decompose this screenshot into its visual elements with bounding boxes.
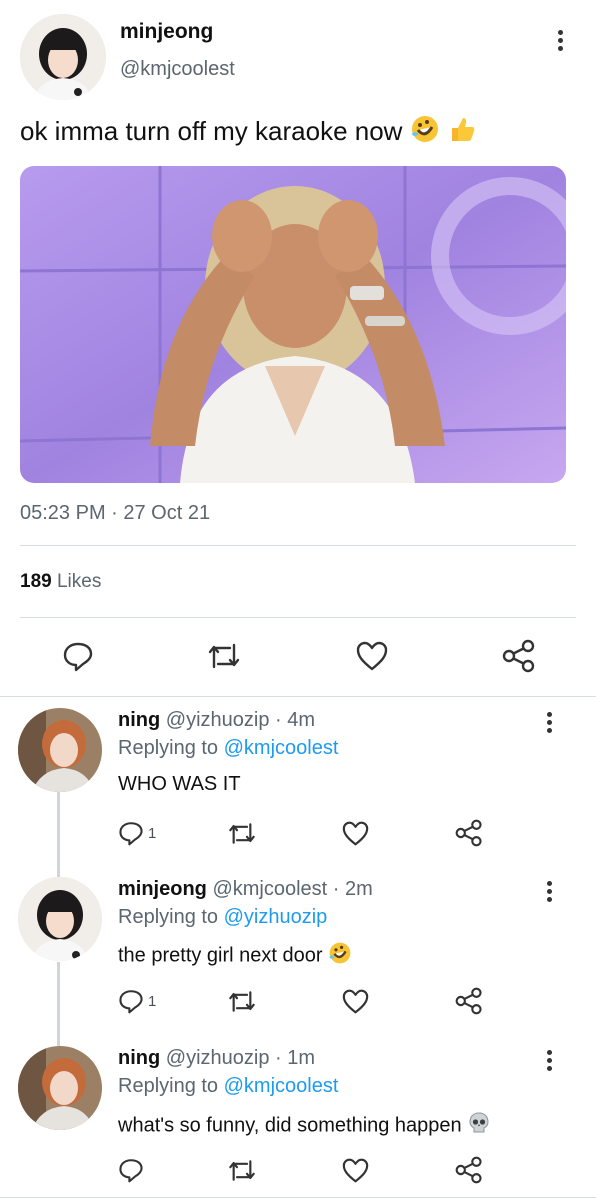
replying-to-label: Replying to (118, 906, 219, 928)
reply-time: · 2m (332, 878, 373, 900)
share-icon[interactable] (455, 1156, 483, 1184)
reply-text: the pretty girl next door (118, 944, 323, 967)
thread-line (57, 792, 60, 877)
thumbs-up-emoji-icon (447, 114, 477, 152)
share-icon[interactable] (502, 639, 536, 673)
like-heart-icon[interactable] (342, 821, 369, 846)
main-tweet-text: ok imma turn off my karaoke now (20, 116, 403, 146)
reply-author-avatar[interactable] (18, 708, 102, 792)
replying-to-label: Replying to (118, 737, 219, 759)
like-heart-icon[interactable] (342, 989, 369, 1014)
reply-author-avatar[interactable] (18, 877, 102, 961)
likes-stat[interactable]: 189 Likes (20, 571, 101, 593)
reply-icon[interactable] (118, 1157, 148, 1183)
reply-author-avatar[interactable] (18, 1046, 102, 1130)
rolling-laughing-emoji-icon (410, 114, 440, 152)
reply-text-row: what's so funny, did something happen (118, 1111, 491, 1141)
retweet-icon[interactable] (227, 821, 257, 846)
main-tweet-text-row: ok imma turn off my karaoke now (20, 114, 477, 152)
reply-icon[interactable]: 1 (118, 820, 156, 846)
reply-header: ning @yizhuozip · 4m (118, 709, 315, 732)
reply-header: ning @yizhuozip · 1m (118, 1047, 315, 1070)
reply-count: 1 (148, 992, 157, 1010)
retweet-icon[interactable] (227, 1158, 257, 1183)
reply-author-handle[interactable]: @yizhuozip (166, 709, 270, 731)
reply-text: what's so funny, did something happen (118, 1114, 462, 1137)
likes-label: Likes (56, 571, 102, 592)
thread-line (57, 962, 60, 1046)
replying-to-line: Replying to @kmjcoolest (118, 1075, 338, 1098)
replying-to-link[interactable]: @yizhuozip (224, 906, 328, 928)
main-author-handle[interactable]: @kmjcoolest (120, 58, 235, 81)
replying-to-link[interactable]: @kmjcoolest (224, 737, 339, 759)
main-author-name[interactable]: minjeong (120, 20, 213, 44)
divider (0, 1197, 596, 1198)
reply-time: · 4m (275, 709, 316, 731)
reply-author-name[interactable]: ning (118, 709, 160, 731)
more-options-icon[interactable] (547, 881, 553, 905)
reply-icon[interactable]: 1 (118, 988, 156, 1014)
reply-author-name[interactable]: ning (118, 1047, 160, 1069)
share-icon[interactable] (455, 987, 483, 1015)
reply-author-name[interactable]: minjeong (118, 878, 207, 900)
tweet-timestamp: 05:23 PM · 27 Oct 21 (20, 502, 211, 524)
replying-to-link[interactable]: @kmjcoolest (224, 1075, 339, 1097)
more-options-icon[interactable] (547, 1050, 553, 1074)
rolling-laughing-emoji-icon (328, 941, 352, 971)
divider (20, 617, 576, 618)
skull-emoji-icon (467, 1111, 491, 1141)
reply-text-row: the pretty girl next door (118, 941, 352, 971)
reply-text: WHO WAS IT (118, 773, 241, 795)
share-icon[interactable] (455, 819, 483, 847)
reply-time: · 1m (275, 1047, 316, 1069)
reply-author-handle[interactable]: @kmjcoolest (212, 878, 327, 900)
replying-to-line: Replying to @kmjcoolest (118, 737, 338, 760)
like-heart-icon[interactable] (356, 641, 388, 671)
main-author-avatar[interactable] (20, 14, 106, 100)
reply-icon[interactable] (62, 640, 94, 672)
divider (0, 696, 596, 697)
reply-author-handle[interactable]: @yizhuozip (166, 1047, 270, 1069)
retweet-icon[interactable] (206, 641, 242, 671)
like-heart-icon[interactable] (342, 1158, 369, 1183)
divider (20, 545, 576, 546)
more-options-icon[interactable] (558, 30, 564, 54)
tweet-media-image[interactable] (20, 166, 566, 483)
replying-to-line: Replying to @yizhuozip (118, 906, 327, 929)
likes-count: 189 (20, 571, 52, 592)
reply-header: minjeong @kmjcoolest · 2m (118, 878, 373, 901)
retweet-icon[interactable] (227, 989, 257, 1014)
reply-count: 1 (148, 824, 157, 842)
replying-to-label: Replying to (118, 1075, 219, 1097)
more-options-icon[interactable] (547, 712, 553, 736)
